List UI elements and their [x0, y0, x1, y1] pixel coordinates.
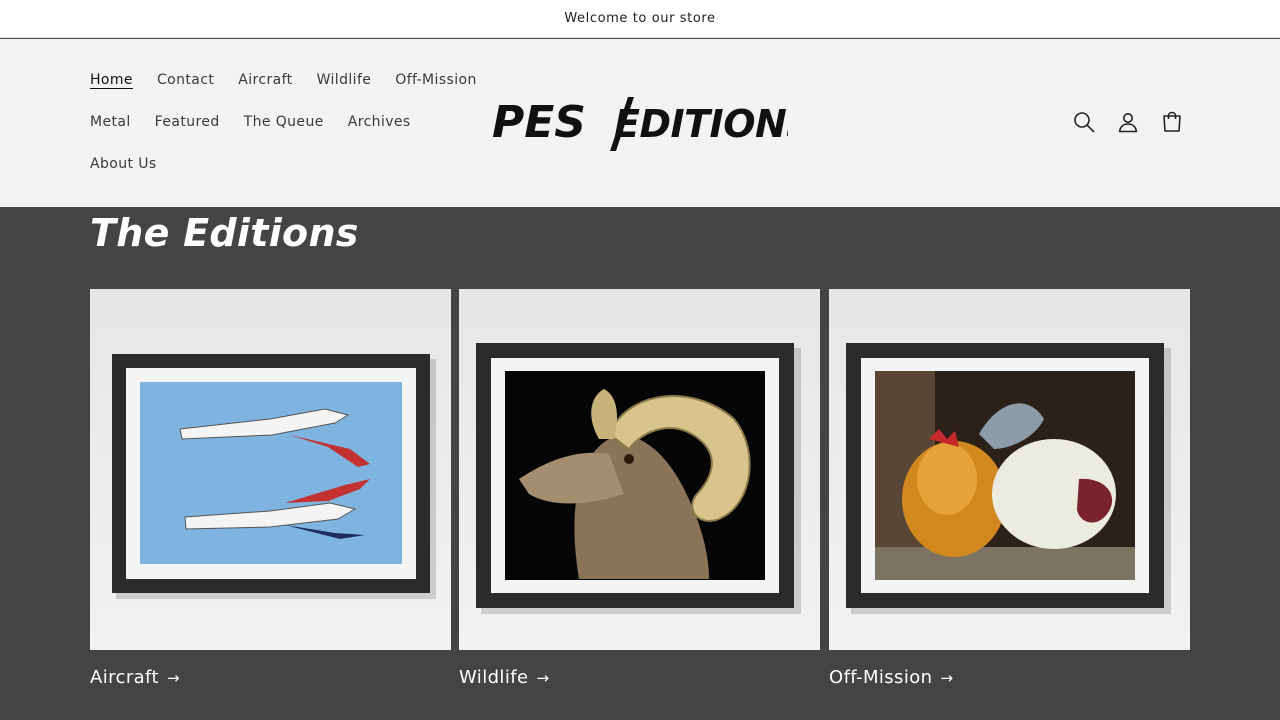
- nav-row: Metal Featured The Queue Archives: [90, 112, 435, 132]
- nav-link-archives[interactable]: Archives: [348, 112, 411, 132]
- announcement-text: Welcome to our store: [564, 11, 716, 26]
- arrow-right-icon: →: [940, 668, 954, 687]
- arrow-right-icon: →: [536, 668, 550, 687]
- nav-link-wildlife[interactable]: Wildlife: [317, 70, 372, 90]
- collection-card-wildlife[interactable]: Wildlife →: [459, 289, 820, 688]
- nav-link-about-us[interactable]: About Us: [90, 154, 157, 174]
- collection-image-aircraft[interactable]: [90, 289, 451, 650]
- collection-link-off-mission[interactable]: Off-Mission →: [829, 667, 1190, 688]
- cart-icon[interactable]: [1150, 110, 1194, 134]
- nav-link-featured[interactable]: Featured: [155, 112, 220, 132]
- collection-image-wildlife[interactable]: [459, 289, 820, 650]
- logo-text-left: PES: [492, 97, 586, 148]
- collection-card-aircraft[interactable]: Aircraft →: [90, 289, 451, 688]
- framed-print-image: [459, 289, 820, 650]
- header-icons: [1062, 110, 1194, 134]
- collection-card-off-mission[interactable]: Off-Mission →: [829, 289, 1190, 688]
- nav-link-contact[interactable]: Contact: [157, 70, 214, 90]
- logo-text-right: EDITIONS: [614, 102, 788, 146]
- account-icon[interactable]: [1106, 110, 1150, 134]
- nav-link-home[interactable]: Home: [90, 70, 133, 90]
- nav-row: About Us: [90, 154, 181, 174]
- store-logo[interactable]: PES EDITIONS: [492, 91, 788, 155]
- nav-link-off-mission[interactable]: Off-Mission: [395, 70, 476, 90]
- logo-mark: PES EDITIONS: [492, 97, 788, 151]
- section-title: The Editions: [90, 211, 359, 255]
- framed-print-image: [829, 289, 1190, 650]
- nav-link-metal[interactable]: Metal: [90, 112, 131, 132]
- collections-section: The Editions Aircraft → Wildlife → Off-M…: [0, 207, 1280, 720]
- collection-label: Off-Mission: [829, 667, 933, 688]
- nav-row: Home Contact Aircraft Wildlife Off-Missi…: [90, 70, 501, 90]
- collection-link-wildlife[interactable]: Wildlife →: [459, 667, 820, 688]
- announcement-bar: Welcome to our store: [0, 0, 1280, 38]
- nav-link-the-queue[interactable]: The Queue: [244, 112, 324, 132]
- collection-link-aircraft[interactable]: Aircraft →: [90, 667, 451, 688]
- search-icon[interactable]: [1062, 110, 1106, 134]
- collection-label: Wildlife: [459, 667, 529, 688]
- collection-label: Aircraft: [90, 667, 159, 688]
- collection-image-off-mission[interactable]: [829, 289, 1190, 650]
- nav-link-aircraft[interactable]: Aircraft: [238, 70, 292, 90]
- framed-print-image: [90, 289, 451, 650]
- site-header: Home Contact Aircraft Wildlife Off-Missi…: [0, 39, 1280, 207]
- arrow-right-icon: →: [166, 668, 180, 687]
